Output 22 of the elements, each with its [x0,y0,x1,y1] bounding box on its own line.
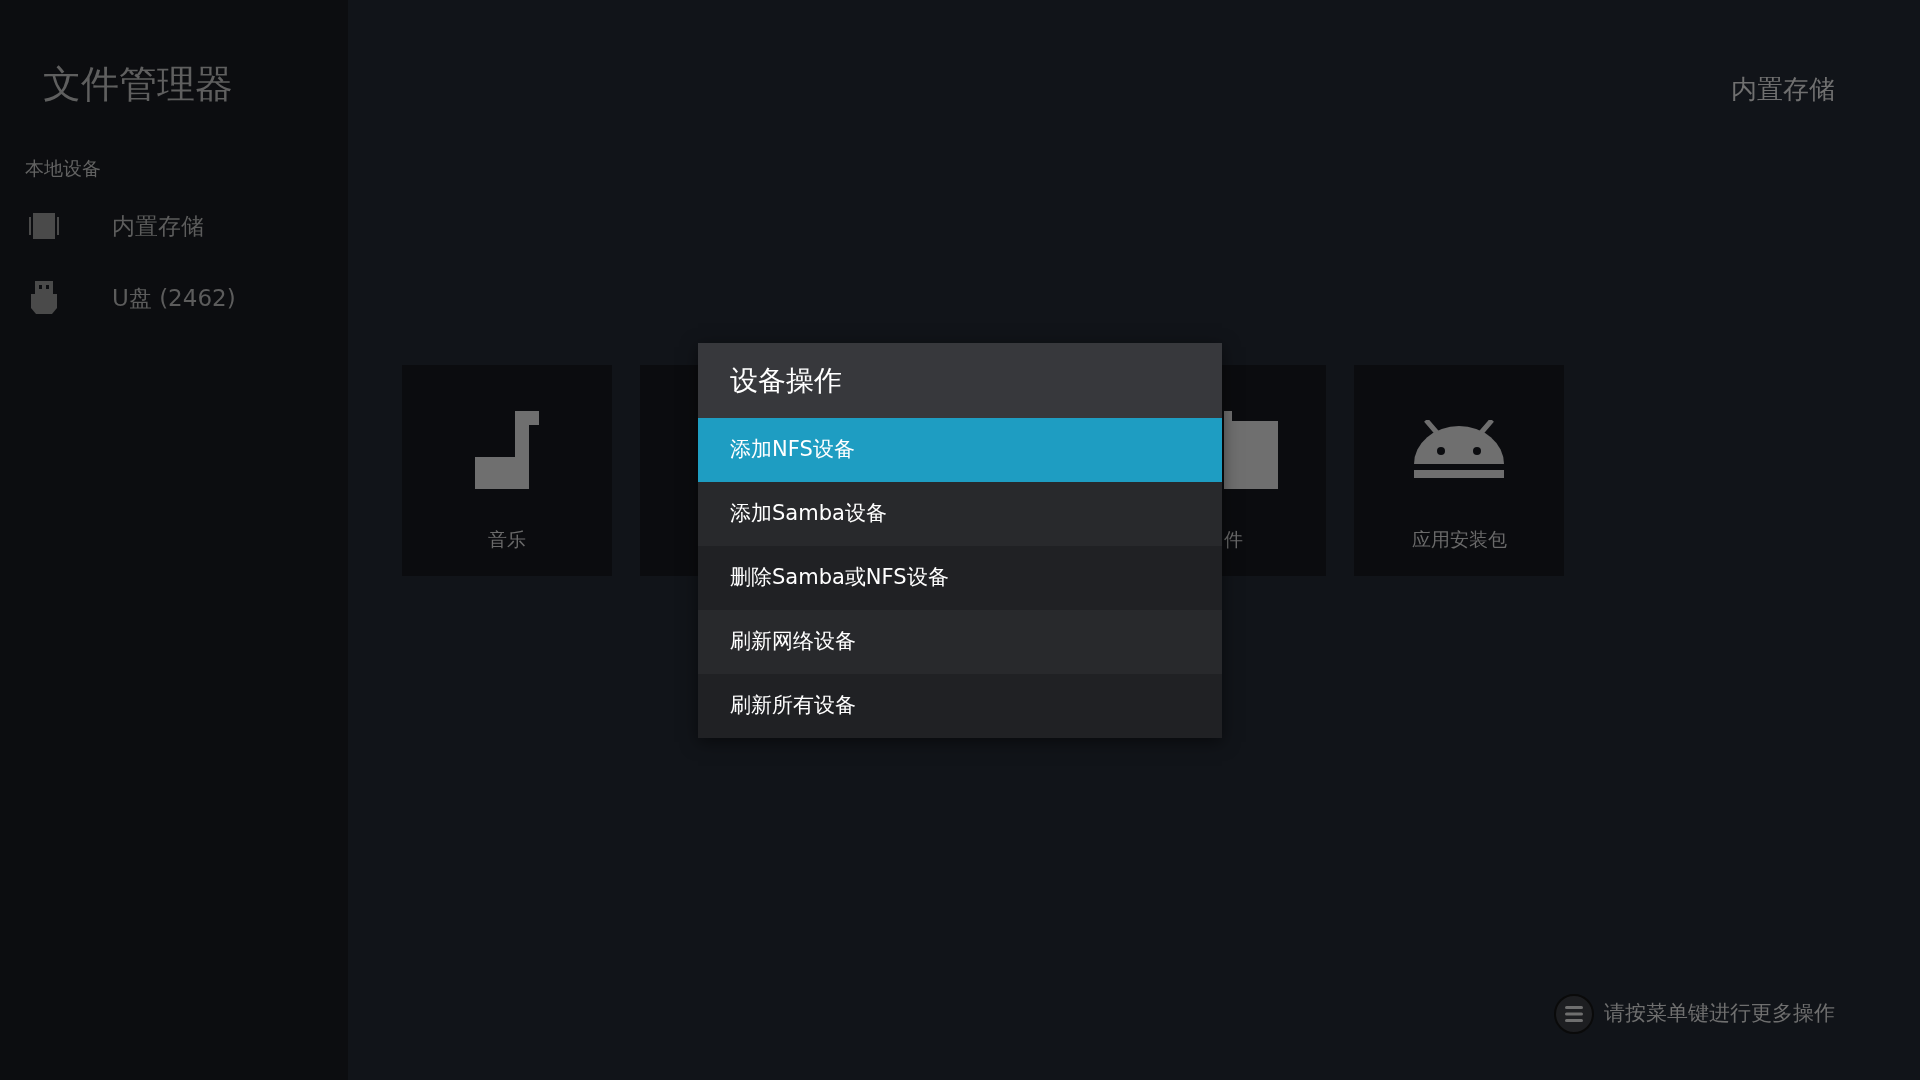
dialog-title: 设备操作 [730,362,842,399]
menu-icon [1554,994,1594,1034]
tile-label: 音乐 [488,527,526,552]
menu-item[interactable]: 添加Samba设备 [698,482,1222,546]
tile-label: 应用安装包 [1411,527,1507,552]
category-tile[interactable]: 音乐 [402,365,612,576]
menu-item[interactable]: 刷新网络设备 [698,610,1222,674]
menu-item[interactable]: 刷新所有设备 [698,674,1222,738]
menu-item[interactable]: 删除Samba或NFS设备 [698,546,1222,610]
location-title: 内置存储 [1731,73,1835,106]
usb-icon [28,281,60,316]
menu-item[interactable]: 添加NFS设备 [698,418,1222,482]
category-tile[interactable]: 应用安装包 [1354,365,1564,576]
android-icon [1414,420,1504,480]
sidebar-item[interactable]: U盘 (2462) [112,280,236,316]
folder-icon [1224,411,1278,489]
hint-text: 请按菜单键进行更多操作 [1604,1000,1835,1028]
sidebar-item[interactable]: 内置存储 [112,208,204,244]
app-title: 文件管理器 [43,62,233,108]
section-label: 本地设备 [25,155,101,181]
music-note-icon [475,411,539,489]
tile-label: 件 [1224,527,1243,552]
